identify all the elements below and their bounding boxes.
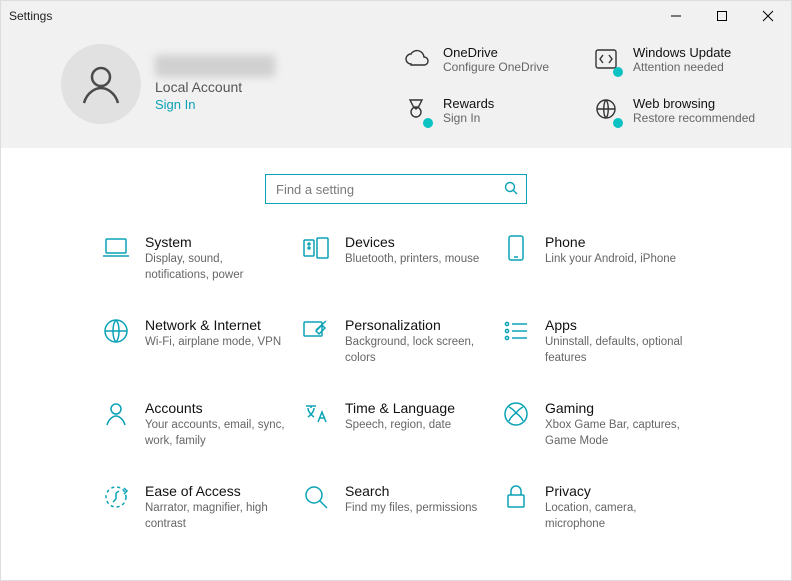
header-tiles: OneDrive Configure OneDrive Windows Upda… — [401, 41, 771, 126]
attention-badge — [613, 118, 623, 128]
category-title: Time & Language — [345, 400, 455, 416]
tile-title: Rewards — [443, 96, 494, 111]
category-system[interactable]: System Display, sound, notifications, po… — [101, 234, 291, 283]
accessibility-icon — [102, 484, 130, 513]
person-icon — [104, 401, 128, 430]
laptop-icon — [102, 236, 130, 263]
category-title: System — [145, 234, 287, 250]
user-block: Local Account Sign In — [61, 41, 381, 126]
tile-title: OneDrive — [443, 45, 549, 60]
account-type: Local Account — [155, 79, 275, 95]
category-search[interactable]: Search Find my files, permissions — [301, 483, 491, 532]
category-sub: Display, sound, notifications, power — [145, 252, 287, 283]
tile-windows-update[interactable]: Windows Update Attention needed — [591, 45, 771, 76]
category-ease-of-access[interactable]: Ease of Access Narrator, magnifier, high… — [101, 483, 291, 532]
search-box[interactable] — [265, 174, 527, 204]
category-title: Search — [345, 483, 477, 499]
tile-onedrive[interactable]: OneDrive Configure OneDrive — [401, 45, 581, 76]
category-gaming[interactable]: Gaming Xbox Game Bar, captures, Game Mod… — [501, 400, 691, 449]
category-title: Gaming — [545, 400, 687, 416]
category-sub: Speech, region, date — [345, 418, 455, 434]
avatar — [61, 44, 141, 124]
category-sub: Xbox Game Bar, captures, Game Mode — [545, 418, 687, 449]
tile-sub: Restore recommended — [633, 111, 755, 127]
minimize-button[interactable] — [653, 1, 699, 31]
tile-sub: Configure OneDrive — [443, 60, 549, 76]
category-sub: Bluetooth, printers, mouse — [345, 252, 479, 268]
category-title: Privacy — [545, 483, 687, 499]
category-sub: Wi-Fi, airplane mode, VPN — [145, 335, 281, 351]
category-sub: Your accounts, email, sync, work, family — [145, 418, 287, 449]
category-sub: Background, lock screen, colors — [345, 335, 487, 366]
category-title: Network & Internet — [145, 317, 281, 333]
category-network[interactable]: Network & Internet Wi-Fi, airplane mode,… — [101, 317, 291, 366]
signin-link[interactable]: Sign In — [155, 97, 275, 112]
category-title: Devices — [345, 234, 479, 250]
window-buttons — [653, 1, 791, 31]
search-icon — [504, 181, 518, 198]
attention-badge — [423, 118, 433, 128]
language-icon — [302, 402, 330, 429]
titlebar: Settings — [1, 1, 791, 31]
user-name-redacted — [155, 55, 275, 77]
header-panel: Local Account Sign In OneDrive Configure… — [1, 31, 791, 148]
tile-title: Web browsing — [633, 96, 755, 111]
user-info: Local Account Sign In — [155, 55, 275, 112]
search-input[interactable] — [274, 181, 504, 198]
category-sub: Find my files, permissions — [345, 501, 477, 517]
category-sub: Link your Android, iPhone — [545, 252, 676, 268]
tile-title: Windows Update — [633, 45, 731, 60]
category-sub: Uninstall, defaults, optional features — [545, 335, 687, 366]
attention-badge — [613, 67, 623, 77]
category-grid: System Display, sound, notifications, po… — [1, 234, 791, 552]
category-devices[interactable]: Devices Bluetooth, printers, mouse — [301, 234, 491, 283]
devices-icon — [302, 236, 330, 263]
category-privacy[interactable]: Privacy Location, camera, microphone — [501, 483, 691, 532]
window-title: Settings — [9, 9, 52, 23]
list-icon — [503, 320, 529, 345]
tile-sub: Attention needed — [633, 60, 731, 76]
category-title: Ease of Access — [145, 483, 287, 499]
tile-rewards[interactable]: Rewards Sign In — [401, 96, 581, 127]
magnifier-icon — [303, 484, 329, 513]
category-sub: Narrator, magnifier, high contrast — [145, 501, 287, 532]
close-button[interactable] — [745, 1, 791, 31]
category-accounts[interactable]: Accounts Your accounts, email, sync, wor… — [101, 400, 291, 449]
category-title: Phone — [545, 234, 676, 250]
category-title: Personalization — [345, 317, 487, 333]
category-phone[interactable]: Phone Link your Android, iPhone — [501, 234, 691, 283]
search-wrap — [1, 148, 791, 234]
xbox-icon — [503, 401, 529, 430]
category-sub: Location, camera, microphone — [545, 501, 687, 532]
globe-icon — [103, 318, 129, 347]
category-title: Apps — [545, 317, 687, 333]
category-personalization[interactable]: Personalization Background, lock screen,… — [301, 317, 491, 366]
paintbrush-icon — [302, 319, 330, 346]
maximize-button[interactable] — [699, 1, 745, 31]
category-title: Accounts — [145, 400, 287, 416]
phone-icon — [507, 234, 525, 265]
tile-web-browsing[interactable]: Web browsing Restore recommended — [591, 96, 771, 127]
cloud-icon — [403, 49, 429, 72]
category-time-language[interactable]: Time & Language Speech, region, date — [301, 400, 491, 449]
lock-icon — [505, 484, 527, 513]
tile-sub: Sign In — [443, 111, 494, 127]
category-apps[interactable]: Apps Uninstall, defaults, optional featu… — [501, 317, 691, 366]
